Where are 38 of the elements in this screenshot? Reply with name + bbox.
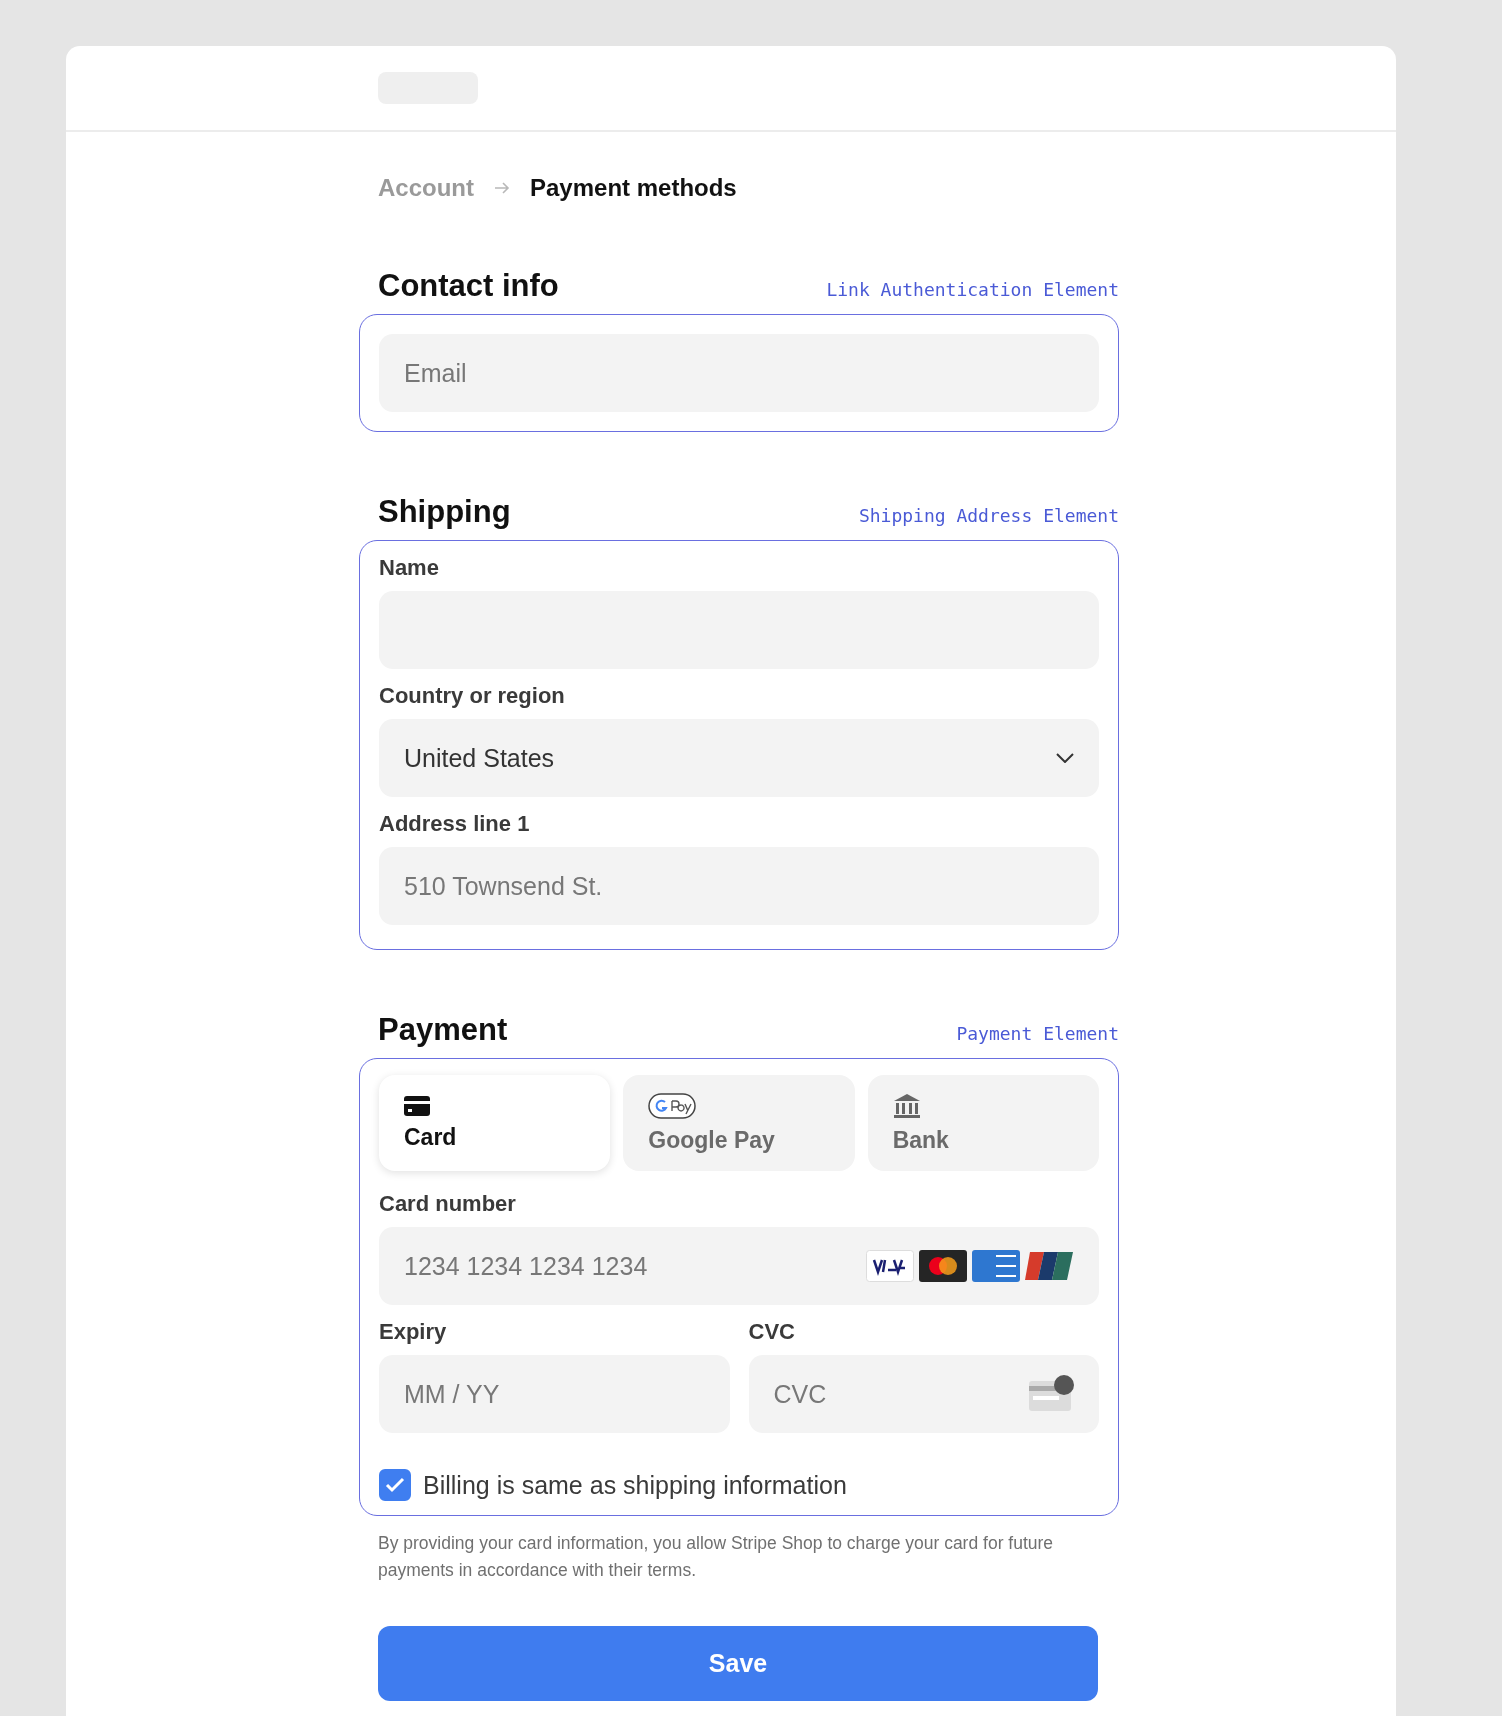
payment-method-tab[interactable]: Google Pay: [623, 1075, 855, 1171]
section-heading: Payment: [378, 1012, 508, 1048]
chevron-icon: [1056, 753, 1074, 763]
payment-method-tab[interactable]: Bank: [867, 1075, 1099, 1171]
card-brand-icon: [1025, 1250, 1073, 1282]
element-label: Shipping Address Element: [858, 505, 1119, 528]
field-label: Address line 1: [379, 811, 531, 837]
field-label: Country or region: [379, 683, 566, 709]
wallet-badge-icon: [648, 1092, 697, 1119]
section-heading: Shipping: [378, 494, 511, 530]
card-brand-icon: [866, 1250, 914, 1282]
card-back-icon: [1029, 1375, 1075, 1411]
card-brand-icon: [919, 1250, 967, 1282]
checkbox[interactable]: [379, 1469, 411, 1501]
card-number-field[interactable]: 1234 1234 1234 1234: [379, 1227, 1099, 1305]
credit-card-icon: [404, 1095, 430, 1116]
checkmark-icon: [385, 1477, 405, 1493]
save-button[interactable]: Save: [378, 1626, 1098, 1701]
field-label: Card number: [379, 1191, 517, 1217]
payment-method-tab[interactable]: Card: [379, 1075, 611, 1171]
field-label: Name: [379, 555, 440, 581]
section-heading: Contact info: [378, 268, 559, 304]
email-field[interactable]: Email: [379, 334, 1099, 412]
card-brand-icon: [972, 1250, 1020, 1282]
field-label: CVC: [748, 1319, 796, 1345]
checkbox-label: Billing is same as shipping information: [423, 1470, 847, 1500]
field-label: Expiry: [379, 1319, 448, 1345]
element-label: Payment Element: [956, 1023, 1119, 1046]
input-field[interactable]: 510 Townsend St.: [379, 847, 1099, 925]
breadcrumb-link[interactable]: Payment methods: [530, 174, 737, 202]
country-select[interactable]: United States: [379, 719, 1099, 797]
element-label: Link Authentication Element: [826, 279, 1119, 302]
legal-text: By providing your card information, you allow Stripe Shop to charge your card for future payments in accordance with their terms.: [378, 1532, 1055, 1582]
cvc-field[interactable]: CVC: [748, 1355, 1099, 1433]
bank-icon: [892, 1092, 921, 1119]
breadcrumb-link[interactable]: Account: [378, 174, 474, 202]
expiry-field[interactable]: MM / YY: [379, 1355, 730, 1433]
arrow-icon: [494, 182, 510, 194]
